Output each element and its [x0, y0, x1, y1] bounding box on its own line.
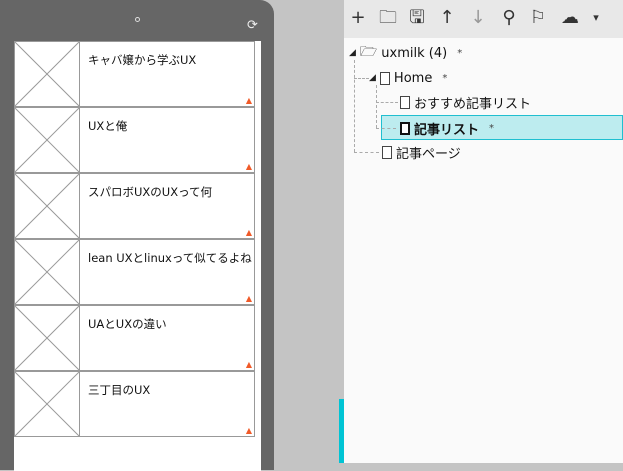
list-item[interactable]: スパロボUXのUXって何 ▲	[14, 173, 255, 239]
tree-node-root[interactable]: ◢ 🗁 uxmilk (4) *	[349, 42, 462, 64]
plus-icon[interactable]: +	[347, 8, 369, 28]
image-placeholder	[14, 107, 80, 173]
phone-screen: キャバ嬢から学ぶUX ▲ UXと俺 ▲ スパロボUXのUXって何 ▲ lean UXとlin…	[14, 41, 261, 471]
flag-icon[interactable]: ⚐	[527, 8, 549, 28]
caret-down-icon[interactable]: ▾	[585, 8, 607, 28]
expand-triangle-icon[interactable]: ◢	[369, 73, 376, 83]
item-title: キャバ嬢から学ぶUX	[88, 53, 197, 67]
camera-dot	[135, 17, 140, 22]
item-title: UXと俺	[88, 119, 128, 133]
item-title: UAとUXの違い	[88, 317, 167, 331]
item-title: 三丁目のUX	[88, 383, 151, 397]
link-marker-icon: ▲	[245, 228, 252, 237]
image-placeholder	[14, 41, 80, 107]
list-item[interactable]: UAとUXの違い ▲	[14, 305, 255, 371]
search-icon[interactable]: ⚲	[498, 8, 520, 28]
tree-node-home[interactable]: ◢ Home *	[369, 67, 447, 89]
cloud-icon[interactable]: ☁	[559, 8, 581, 28]
sitemap-panel: + 🗀 🖫 ↑ ↓ ⚲ ⚐ ☁ ▾ ◢ 🗁 uxmilk (4) * ◢ Home * おすすめ…	[344, 0, 623, 463]
link-marker-icon: ▲	[245, 426, 252, 435]
arrow-down-icon[interactable]: ↓	[467, 8, 489, 28]
page-icon	[382, 145, 392, 159]
link-marker-icon: ▲	[245, 162, 252, 171]
image-placeholder	[14, 173, 80, 239]
toolbar: + 🗀 🖫 ↑ ↓ ⚲ ⚐ ☁ ▾	[344, 0, 623, 38]
phone-frame: ⟳ キャバ嬢から学ぶUX ▲ UXと俺 ▲ スパロボUXのUXって何 ▲ lean UXとl…	[0, 0, 274, 471]
page-icon	[400, 121, 410, 135]
item-title: スパロボUXのUXって何	[88, 185, 213, 199]
folder-open-icon: 🗁	[359, 44, 378, 60]
page-icon	[400, 95, 410, 109]
tree-node-article-page[interactable]: 記事ページ	[382, 141, 461, 163]
arrow-up-icon[interactable]: ↑	[436, 8, 458, 28]
tree-node-recommended[interactable]: おすすめ記事リスト	[400, 91, 531, 113]
link-marker-icon: ▲	[245, 294, 252, 303]
page-icon	[379, 71, 390, 85]
item-title: lean UXとlinuxって似てるよね	[88, 251, 252, 265]
link-marker-icon: ▲	[245, 360, 252, 369]
list-item[interactable]: lean UXとlinuxって似てるよね ▲	[14, 239, 255, 305]
list-item[interactable]: キャバ嬢から学ぶUX ▲	[14, 41, 255, 107]
list-item[interactable]: UXと俺 ▲	[14, 107, 255, 173]
save-icon[interactable]: 🖫	[406, 8, 428, 28]
expand-triangle-icon[interactable]: ◢	[349, 48, 356, 58]
folder-icon[interactable]: 🗀	[377, 8, 399, 28]
image-placeholder	[14, 239, 80, 305]
tree-node-article-list[interactable]: 記事リスト *	[400, 117, 494, 139]
image-placeholder	[14, 371, 80, 437]
link-marker-icon: ▲	[245, 96, 252, 105]
image-placeholder	[14, 305, 80, 371]
rotate-icon[interactable]: ⟳	[247, 18, 258, 33]
list-item[interactable]: 三丁目のUX ▲	[14, 371, 255, 437]
